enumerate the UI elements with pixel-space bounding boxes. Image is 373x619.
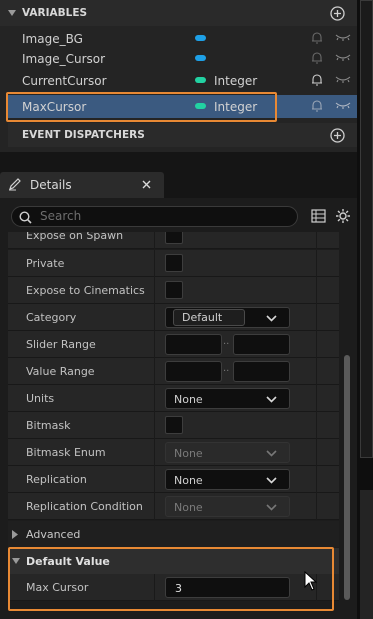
pencil-icon bbox=[8, 177, 22, 191]
bell-icon[interactable] bbox=[311, 51, 323, 64]
slider-range-min-input[interactable] bbox=[165, 334, 222, 355]
variable-row-current-cursor[interactable]: CurrentCursor Integer bbox=[8, 69, 357, 92]
eye-closed-icon[interactable] bbox=[335, 32, 351, 42]
variable-type-pill bbox=[195, 55, 206, 61]
replication-condition-value: None bbox=[174, 501, 203, 514]
event-dispatchers-label: EVENT DISPATCHERS bbox=[22, 129, 145, 141]
prop-label: Units bbox=[26, 392, 55, 405]
prop-units: Units None bbox=[8, 385, 339, 412]
prop-label: Bitmask bbox=[26, 419, 71, 432]
variable-type: Integer bbox=[214, 73, 258, 88]
details-tab[interactable]: Details bbox=[0, 172, 164, 198]
prop-label: Slider Range bbox=[26, 338, 96, 351]
prop-replication: Replication None bbox=[8, 466, 339, 493]
variable-row-image-cursor[interactable]: Image_Cursor bbox=[8, 47, 357, 70]
details-search-input[interactable]: Search bbox=[11, 206, 298, 227]
prop-label: Expose on Spawn bbox=[26, 232, 124, 242]
prop-expose-to-cinematics: Expose to Cinematics bbox=[8, 277, 339, 304]
range-separator: .. bbox=[223, 336, 230, 347]
bitmask-checkbox[interactable] bbox=[165, 416, 183, 434]
bitmask-enum-value: None bbox=[174, 447, 203, 460]
chevron-down-icon bbox=[266, 504, 277, 511]
variable-name: Image_BG bbox=[22, 31, 83, 46]
chevron-down-icon bbox=[266, 450, 277, 457]
units-value: None bbox=[174, 393, 203, 406]
gear-icon[interactable] bbox=[335, 208, 351, 224]
default-value-highlight bbox=[8, 547, 334, 611]
side-panel bbox=[360, 490, 373, 619]
range-separator: .. bbox=[223, 363, 230, 374]
search-placeholder: Search bbox=[40, 209, 82, 223]
prop-slider-range: Slider Range .. bbox=[8, 331, 339, 358]
chevron-down-icon bbox=[266, 315, 277, 322]
replication-condition-combo[interactable]: None bbox=[165, 496, 290, 517]
details-scrollbar-thumb[interactable] bbox=[344, 355, 350, 600]
graph-panel-edge bbox=[357, 0, 373, 619]
prop-expose-on-spawn: Expose on Spawn bbox=[8, 232, 339, 249]
bell-icon[interactable] bbox=[311, 73, 323, 86]
replication-combo[interactable]: None bbox=[165, 469, 290, 490]
category-value: Default bbox=[182, 311, 223, 324]
graph-panel-frame bbox=[360, 0, 373, 458]
add-variable-icon[interactable] bbox=[330, 6, 345, 21]
private-checkbox[interactable] bbox=[165, 254, 183, 272]
prop-label: Replication Condition bbox=[26, 500, 143, 513]
expand-arrow-icon bbox=[12, 530, 18, 539]
slider-range-max-input[interactable] bbox=[233, 334, 290, 355]
value-range-min-input[interactable] bbox=[165, 361, 222, 382]
my-blueprint-panel: VARIABLES Image_BG Image_Cursor CurrentC… bbox=[0, 0, 357, 152]
add-event-dispatcher-icon[interactable] bbox=[330, 128, 345, 143]
close-icon[interactable] bbox=[142, 180, 151, 189]
bell-icon[interactable] bbox=[311, 31, 323, 44]
chevron-down-icon bbox=[266, 477, 277, 484]
prop-label: Category bbox=[26, 311, 77, 324]
category-combo[interactable]: Default bbox=[165, 307, 290, 328]
prop-label: Replication bbox=[26, 473, 87, 486]
event-dispatchers-header[interactable]: EVENT DISPATCHERS bbox=[8, 123, 357, 147]
panel-gap bbox=[0, 152, 357, 172]
bell-icon[interactable] bbox=[311, 99, 323, 112]
mouse-cursor-icon bbox=[304, 571, 317, 591]
prop-private: Private bbox=[8, 250, 339, 277]
bitmask-enum-combo[interactable]: None bbox=[165, 442, 290, 463]
selection-highlight bbox=[6, 92, 277, 122]
prop-label: Value Range bbox=[26, 365, 95, 378]
value-range-max-input[interactable] bbox=[233, 361, 290, 382]
eye-closed-icon[interactable] bbox=[335, 52, 351, 62]
variable-name: CurrentCursor bbox=[22, 73, 107, 88]
variables-header-label: VARIABLES bbox=[22, 7, 88, 19]
advanced-section[interactable]: Advanced bbox=[8, 521, 339, 547]
collapse-arrow-icon bbox=[8, 10, 16, 16]
variable-type-pill bbox=[195, 35, 206, 41]
prop-replication-condition: Replication Condition None bbox=[8, 493, 339, 520]
chevron-down-icon bbox=[266, 396, 277, 403]
prop-bitmask-enum: Bitmask Enum None bbox=[8, 439, 339, 466]
prop-bitmask: Bitmask bbox=[8, 412, 339, 439]
eye-closed-icon[interactable] bbox=[335, 100, 351, 110]
prop-label: Private bbox=[26, 257, 65, 270]
eye-closed-icon[interactable] bbox=[335, 74, 351, 84]
prop-label: Expose to Cinematics bbox=[26, 284, 145, 297]
advanced-label: Advanced bbox=[26, 528, 81, 541]
expose-on-spawn-checkbox[interactable] bbox=[165, 232, 183, 244]
variable-name: Image_Cursor bbox=[22, 51, 106, 66]
units-combo[interactable]: None bbox=[165, 388, 290, 409]
variables-header[interactable]: VARIABLES bbox=[0, 0, 357, 26]
replication-value: None bbox=[174, 474, 203, 487]
expose-to-cinematics-checkbox[interactable] bbox=[165, 281, 183, 299]
table-view-icon[interactable] bbox=[311, 209, 326, 223]
variable-type-pill bbox=[195, 77, 206, 83]
details-tab-label: Details bbox=[30, 178, 72, 192]
prop-value-range: Value Range .. bbox=[8, 358, 339, 385]
search-icon bbox=[19, 211, 32, 224]
prop-category: Category Default bbox=[8, 304, 339, 331]
prop-label: Bitmask Enum bbox=[26, 446, 106, 459]
